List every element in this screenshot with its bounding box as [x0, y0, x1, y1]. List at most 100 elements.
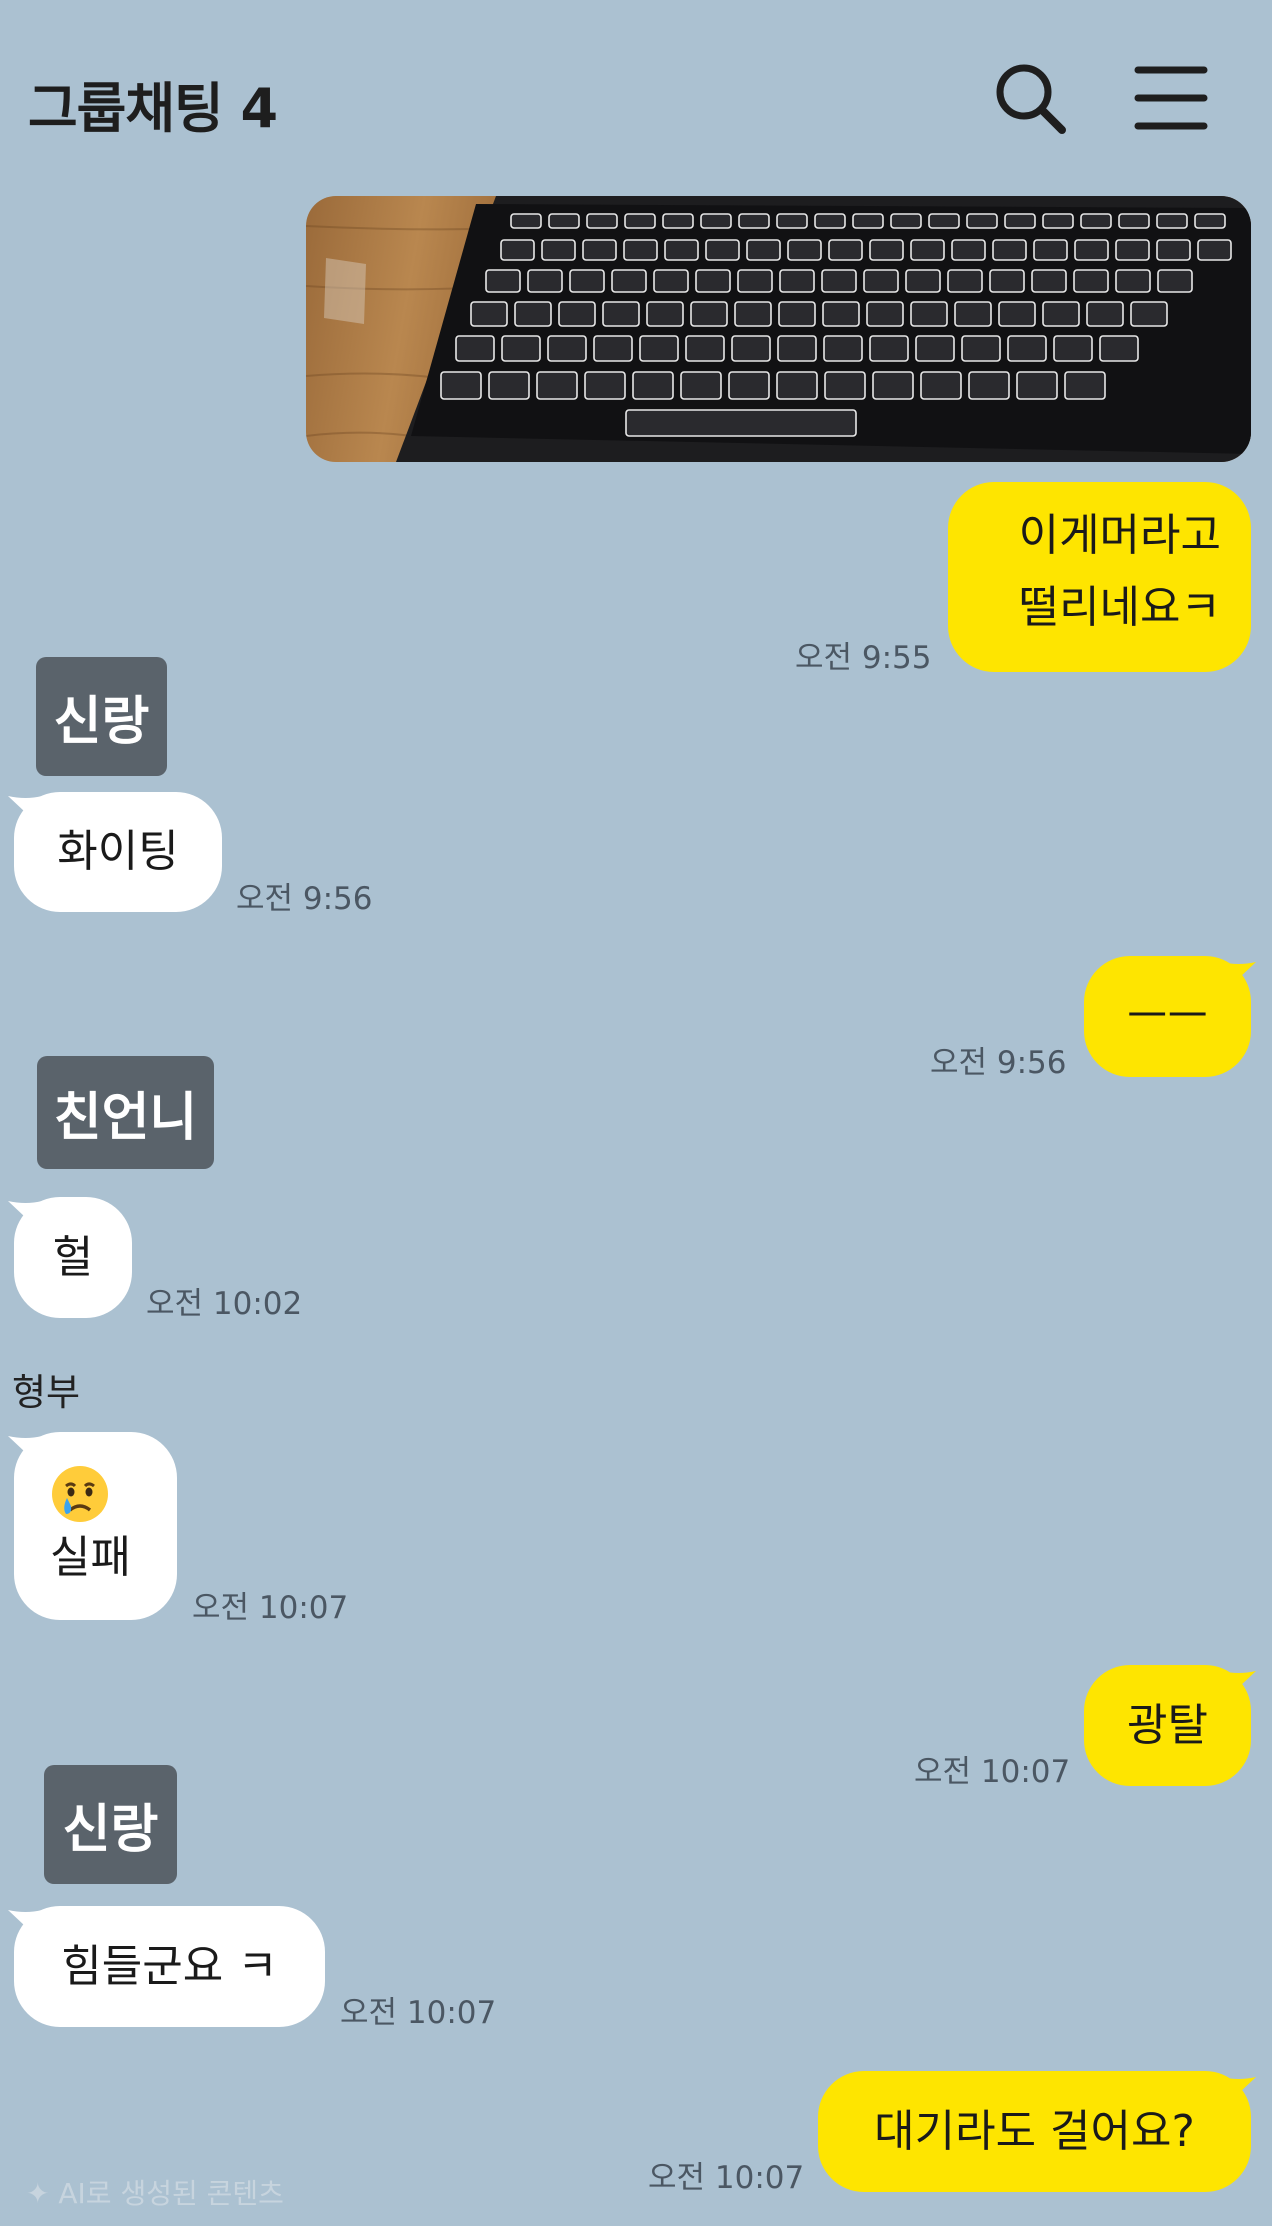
message-time: 오전 10:07: [648, 2160, 805, 2196]
keyboard-key: [1053, 335, 1093, 362]
keyboard-key: [510, 213, 542, 229]
search-icon[interactable]: [990, 58, 1070, 138]
keyboard-key: [961, 335, 1001, 362]
keyboard-key: [623, 239, 658, 261]
keyboard-key: [1016, 371, 1058, 400]
message-time: 오전 10:07: [340, 1995, 497, 2031]
other-message-bubble[interactable]: 힘들군요 ㅋ: [14, 1906, 325, 2027]
keyboard-key: [624, 213, 656, 229]
keyboard-key: [664, 239, 699, 261]
keyboard-key: [470, 301, 508, 327]
keyboard-key: [1064, 371, 1106, 400]
keyboard-key: [869, 335, 909, 362]
keyboard-key: [662, 213, 694, 229]
ai-generated-watermark: ✦ AI로 생성된 콘텐츠: [26, 2172, 284, 2212]
keyboard-key: [1080, 213, 1112, 229]
keyboard-key: [776, 213, 808, 229]
keyboard-key: [705, 239, 740, 261]
keyboard-photo-message[interactable]: [306, 196, 1251, 462]
keyboard-key: [734, 301, 772, 327]
bubble-tail: [8, 1910, 42, 1942]
keyboard-key: [968, 371, 1010, 400]
keyboard-key: [890, 213, 922, 229]
keyboard-key: [1118, 213, 1150, 229]
message-time: 오전 10:07: [914, 1754, 1071, 1790]
keyboard-key: [646, 301, 684, 327]
keyboard-key: [1156, 239, 1191, 261]
keyboard-key: [527, 269, 563, 293]
message-time: 오전 10:07: [192, 1590, 349, 1626]
keyboard-key: [951, 239, 986, 261]
keyboard-key: [485, 269, 521, 293]
keyboard-key: [998, 301, 1036, 327]
keyboard-key: [700, 213, 732, 229]
keyboard-key: [695, 269, 731, 293]
keyboard-key: [992, 239, 1027, 261]
message-time: 오전 9:56: [930, 1045, 1067, 1081]
keyboard-key: [1086, 301, 1124, 327]
keyboard-key: [869, 239, 904, 261]
keyboard-key: [824, 371, 866, 400]
keyboard-key: [1194, 213, 1226, 229]
keyboard-key: [738, 213, 770, 229]
bubble-tail: [1222, 962, 1256, 994]
chat-header: 그룹채팅 4: [0, 0, 1272, 190]
message-text: 실패: [50, 1532, 131, 1583]
keyboard-key: [1074, 239, 1109, 261]
keyboard-key: [1157, 269, 1193, 293]
keyboard-key: [787, 239, 822, 261]
keyboard-key: [582, 239, 617, 261]
keyboard-key: [1042, 213, 1074, 229]
keyboard-key: [639, 335, 679, 362]
keyboard-key: [536, 371, 578, 400]
keyboard-key: [501, 335, 541, 362]
keyboard-key: [541, 239, 576, 261]
sender-name: 친언니: [37, 1056, 214, 1169]
keyboard-key: [1156, 213, 1188, 229]
keyboard-key: [593, 335, 633, 362]
keyboard-key: [863, 269, 899, 293]
keyboard-key: [779, 269, 815, 293]
keyboard-key: [602, 301, 640, 327]
message-text: 광탈: [1127, 1699, 1208, 1751]
my-message-bubble[interactable]: 이게머라고 떨리네요ㅋ: [948, 482, 1251, 672]
keyboard-key: [1031, 269, 1067, 293]
keyboard-key: [915, 335, 955, 362]
keyboard-key: [500, 239, 535, 261]
keyboard-key: [653, 269, 689, 293]
bubble-tail: [8, 1436, 42, 1468]
message-text: 화이팅: [57, 826, 179, 877]
keyboard-key: [440, 371, 482, 400]
message-text-line: 떨리네요ㅋ: [1018, 582, 1221, 633]
my-message-bubble[interactable]: 대기라도 걸어요?: [818, 2071, 1251, 2192]
chat-room-title: 그룹채팅 4: [28, 77, 278, 140]
keyboard-key: [685, 335, 725, 362]
keyboard-key: [905, 269, 941, 293]
message-text-line: 이게머라고: [1018, 510, 1221, 561]
keyboard-key: [547, 335, 587, 362]
keyboard-key: [1130, 301, 1168, 327]
keyboard-key: [1115, 239, 1150, 261]
keyboard-key: [586, 213, 618, 229]
keyboard-key: [737, 269, 773, 293]
keyboard-key: [872, 371, 914, 400]
hamburger-menu-icon[interactable]: [1132, 58, 1212, 138]
bubble-tail: [8, 1201, 42, 1233]
keyboard-key: [823, 335, 863, 362]
message-time: 오전 10:02: [146, 1286, 303, 1322]
keyboard-key: [728, 371, 770, 400]
keyboard-key: [776, 371, 818, 400]
keyboard-key: [821, 269, 857, 293]
watermark-text: AI로 생성된 콘텐츠: [58, 2177, 284, 2210]
keyboard-spacebar: [625, 409, 857, 437]
sender-name: 신랑: [36, 657, 167, 776]
keyboard-key: [690, 301, 728, 327]
keyboard-key: [822, 301, 860, 327]
keyboard-key: [920, 371, 962, 400]
keyboard-key: [910, 301, 948, 327]
keyboard-key: [1073, 269, 1109, 293]
message-text: 헐: [52, 1231, 94, 1283]
bubble-tail: [1222, 1671, 1256, 1703]
sender-name: 신랑: [44, 1765, 177, 1884]
keyboard-key: [455, 335, 495, 362]
